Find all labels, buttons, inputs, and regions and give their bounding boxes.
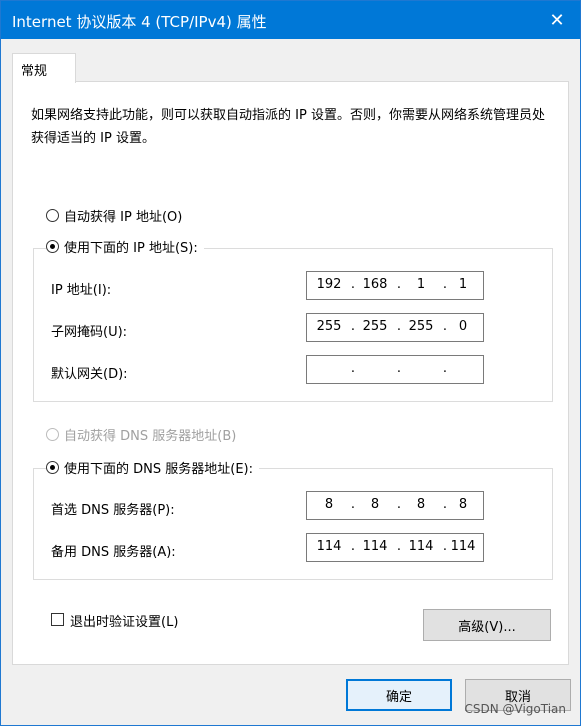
pdns-octet-3: 8 — [416, 497, 426, 512]
tab-general-label: 常规 — [21, 64, 48, 79]
radio-auto-dns-label: 自动获得 DNS 服务器地址(B) — [64, 429, 237, 444]
preferred-dns-label: 首选 DNS 服务器(P): — [51, 503, 175, 518]
mask-octet-4: 0 — [458, 319, 468, 334]
ip-dot: . — [350, 361, 356, 376]
ip-dot: . — [396, 361, 402, 376]
radio-manual-ip-label: 使用下面的 IP 地址(S): — [64, 241, 198, 256]
advanced-button[interactable]: 高级(V)... — [423, 609, 551, 641]
radio-auto-ip[interactable]: 自动获得 IP 地址(O) — [46, 206, 182, 225]
ip-octet-4: 1 — [458, 277, 468, 292]
mask-octet-3: 255 — [408, 319, 434, 334]
ip-octet-3: 1 — [416, 277, 426, 292]
adns-octet-2: 114 — [362, 539, 388, 554]
ip-dot: . — [442, 361, 448, 376]
radio-manual-dns-label: 使用下面的 DNS 服务器地址(E): — [64, 462, 253, 477]
radio-manual-ip-circle[interactable] — [46, 240, 59, 253]
radio-auto-ip-circle[interactable] — [46, 209, 59, 222]
close-button[interactable]: ✕ — [534, 1, 580, 39]
preferred-dns-input[interactable]: 8 . 8 . 8 . 8 — [306, 491, 484, 520]
pdns-octet-4: 8 — [458, 497, 468, 512]
pdns-octet-2: 8 — [370, 497, 380, 512]
mask-octet-1: 255 — [316, 319, 342, 334]
radio-auto-dns-circle[interactable] — [46, 428, 59, 441]
ip-dot: . — [396, 539, 402, 554]
watermark-text: CSDN @VigoTian — [464, 702, 566, 716]
radio-auto-dns[interactable]: 自动获得 DNS 服务器地址(B) — [46, 425, 236, 444]
validate-checkbox[interactable] — [51, 613, 64, 626]
tab-general[interactable]: 常规 — [12, 53, 76, 83]
alternate-dns-input[interactable]: 114 . 114 . 114 . 114 — [306, 533, 484, 562]
pdns-octet-1: 8 — [324, 497, 334, 512]
gateway-input[interactable]: . . . — [306, 355, 484, 384]
general-panel: 如果网络支持此功能，则可以获取自动指派的 IP 设置。否则，你需要从网络系统管理… — [12, 81, 569, 665]
ip-octet-2: 168 — [362, 277, 388, 292]
subnet-mask-label: 子网掩码(U): — [51, 325, 128, 340]
description-text: 如果网络支持此功能，则可以获取自动指派的 IP 设置。否则，你需要从网络系统管理… — [31, 108, 545, 146]
advanced-button-label: 高级(V)... — [458, 619, 516, 635]
radio-manual-dns-circle[interactable] — [46, 461, 59, 474]
gateway-label: 默认网关(D): — [51, 367, 128, 382]
ip-dot: . — [350, 319, 356, 334]
title-bar[interactable]: Internet 协议版本 4 (TCP/IPv4) 属性 ✕ — [1, 1, 580, 39]
subnet-mask-input[interactable]: 255 . 255 . 255 . 0 — [306, 313, 484, 342]
adns-octet-3: 114 — [408, 539, 434, 554]
radio-auto-ip-label: 自动获得 IP 地址(O) — [64, 210, 183, 225]
dialog-window: Internet 协议版本 4 (TCP/IPv4) 属性 ✕ 常规 如果网络支… — [0, 0, 581, 726]
mask-octet-2: 255 — [362, 319, 388, 334]
ip-address-label: IP 地址(I): — [51, 283, 112, 298]
ip-address-input[interactable]: 192 . 168 . 1 . 1 — [306, 271, 484, 300]
alternate-dns-label: 备用 DNS 服务器(A): — [51, 545, 176, 560]
adns-octet-1: 114 — [316, 539, 342, 554]
radio-manual-dns[interactable]: 使用下面的 DNS 服务器地址(E): — [46, 458, 259, 477]
ip-dot: . — [350, 497, 356, 512]
window-title: Internet 协议版本 4 (TCP/IPv4) 属性 — [12, 13, 267, 31]
ip-dot: . — [350, 277, 356, 292]
ok-button-label: 确定 — [385, 689, 412, 705]
dns-group: 首选 DNS 服务器(P): 8 . 8 . 8 . 8 备用 DNS 服务器(… — [33, 468, 553, 580]
validate-checkbox-label: 退出时验证设置(L) — [70, 615, 179, 630]
ip-dot: . — [396, 277, 402, 292]
ip-group: IP 地址(I): 192 . 168 . 1 . 1 子网掩码(U): 255… — [33, 248, 553, 402]
ip-dot: . — [350, 539, 356, 554]
ip-octet-1: 192 — [316, 277, 342, 292]
radio-manual-ip[interactable]: 使用下面的 IP 地址(S): — [46, 237, 204, 256]
ip-dot: . — [396, 497, 402, 512]
ok-button[interactable]: 确定 — [346, 679, 452, 711]
adns-octet-4: 114 — [450, 539, 476, 554]
close-icon: ✕ — [549, 9, 565, 31]
ip-dot: . — [396, 319, 402, 334]
